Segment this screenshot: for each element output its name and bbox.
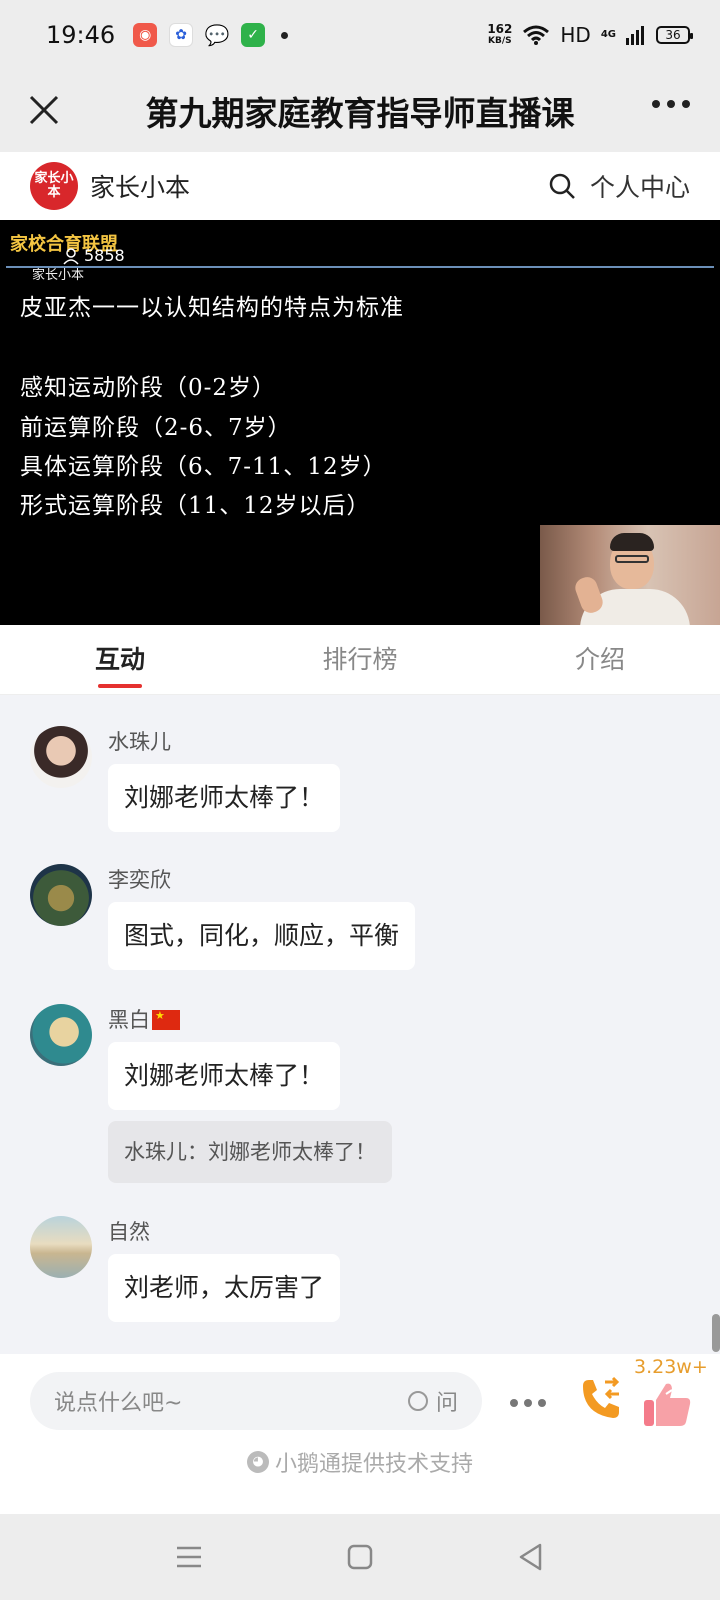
tab-bar: 互动 排行榜 介绍 bbox=[0, 625, 720, 695]
app-header: 家长小本 家长小本 个人中心 bbox=[0, 152, 720, 220]
comment-text: 图式，同化，顺应，平衡 bbox=[108, 902, 416, 970]
comment-username: 李奕欣 bbox=[108, 868, 171, 892]
slide-line-heading: 皮亚杰一一以认知结构的特点为标准 bbox=[20, 295, 404, 321]
tab-interaction[interactable]: 互动 bbox=[0, 625, 240, 694]
phone-call-icon[interactable] bbox=[575, 1374, 625, 1424]
xiaoe-logo-icon: ◕ bbox=[246, 1451, 269, 1473]
slide-line: 感知运动阶段（0-2岁） bbox=[20, 375, 277, 401]
network-type: 4G bbox=[600, 29, 616, 40]
slide-line: 形式运算阶段（11、12岁以后） bbox=[20, 493, 371, 519]
slide-line: 前运算阶段（2-6、7岁） bbox=[20, 415, 292, 441]
notification-dot-icon bbox=[281, 31, 289, 39]
title-bar: 第九期家庭教育指导师直播课 bbox=[0, 70, 720, 152]
avatar[interactable] bbox=[30, 1004, 92, 1066]
status-bar: 19:46 ◉ ✿ 💬 ✓ 162 KB/S HD 4G 36 bbox=[0, 0, 720, 70]
wifi-icon bbox=[523, 25, 550, 45]
china-flag-icon bbox=[152, 1009, 180, 1030]
more-icon[interactable] bbox=[652, 100, 690, 108]
scrollbar[interactable] bbox=[712, 1314, 720, 1352]
avatar[interactable] bbox=[30, 1216, 92, 1278]
slide-divider bbox=[6, 266, 714, 268]
ask-toggle[interactable]: 问 bbox=[407, 1385, 458, 1417]
comment-username: 水珠儿 bbox=[108, 730, 171, 754]
comment-text: 刘娜老师太棒了！ bbox=[108, 1042, 341, 1110]
comment-username: 自然 bbox=[108, 1220, 150, 1244]
back-icon[interactable] bbox=[516, 1542, 546, 1572]
like-count: 3.23w+ bbox=[634, 1356, 708, 1378]
presenter-camera[interactable] bbox=[540, 525, 720, 625]
live-video-player[interactable]: 家校合育联盟 家长小本 5858 皮亚杰一一以认知结构的特点为标准 感知运动阶段… bbox=[0, 220, 720, 625]
signal-icon bbox=[626, 26, 644, 45]
powered-by: ◕ 小鹅通提供技术支持 bbox=[0, 1446, 720, 1478]
battery-icon: 36 bbox=[656, 26, 693, 44]
shopping-app-icon: ✓ bbox=[241, 23, 266, 47]
hd-indicator: HD bbox=[560, 23, 591, 47]
search-icon[interactable] bbox=[548, 172, 576, 200]
input-placeholder: 说点什么吧~ bbox=[54, 1391, 183, 1416]
net-speed: 162 KB/S bbox=[487, 22, 513, 46]
home-icon[interactable] bbox=[345, 1542, 375, 1572]
close-icon[interactable] bbox=[20, 86, 70, 136]
bottom-bar: 说点什么吧~ 问 3.23w+ ◕ 小鹅通提供技术支持 bbox=[0, 1354, 720, 1514]
tab-introduction[interactable]: 介绍 bbox=[480, 625, 720, 694]
thumbs-up-icon[interactable] bbox=[642, 1380, 692, 1428]
comment-text: 刘老师，太厉害了 bbox=[108, 1254, 341, 1322]
system-nav-bar bbox=[0, 1514, 720, 1600]
comment-list[interactable]: 水珠儿 刘娜老师太棒了！ 李奕欣 图式，同化，顺应，平衡 黑白 刘娜老师太棒了！… bbox=[0, 696, 720, 1354]
comment-input[interactable]: 说点什么吧~ 问 bbox=[30, 1372, 482, 1430]
comment-username: 黑白 bbox=[108, 1004, 180, 1034]
tab-leaderboard[interactable]: 排行榜 bbox=[240, 625, 480, 694]
slide-line: 具体运算阶段（6、7-11、12岁） bbox=[20, 454, 387, 480]
page-title: 第九期家庭教育指导师直播课 bbox=[145, 94, 575, 133]
menu-icon[interactable] bbox=[174, 1542, 204, 1572]
quoted-comment: 水珠儿：刘娜老师太棒了！ bbox=[108, 1121, 392, 1183]
more-options-icon[interactable] bbox=[510, 1399, 546, 1407]
brand-name[interactable]: 家长小本 bbox=[90, 168, 190, 204]
video-app-icon: ◉ bbox=[133, 23, 158, 47]
comment-text: 刘娜老师太棒了！ bbox=[108, 764, 341, 832]
personal-center-link[interactable]: 个人中心 bbox=[590, 168, 690, 204]
avatar[interactable] bbox=[30, 726, 92, 788]
baidu-paw-icon: ✿ bbox=[169, 23, 194, 47]
brand-logo[interactable]: 家长小本 bbox=[30, 162, 78, 210]
radio-icon bbox=[407, 1391, 428, 1411]
status-time: 19:46 bbox=[46, 21, 116, 49]
avatar[interactable] bbox=[30, 864, 92, 926]
user-icon bbox=[63, 247, 79, 265]
viewer-count: 5858 bbox=[62, 246, 125, 265]
wechat-icon: 💬 bbox=[204, 23, 230, 47]
